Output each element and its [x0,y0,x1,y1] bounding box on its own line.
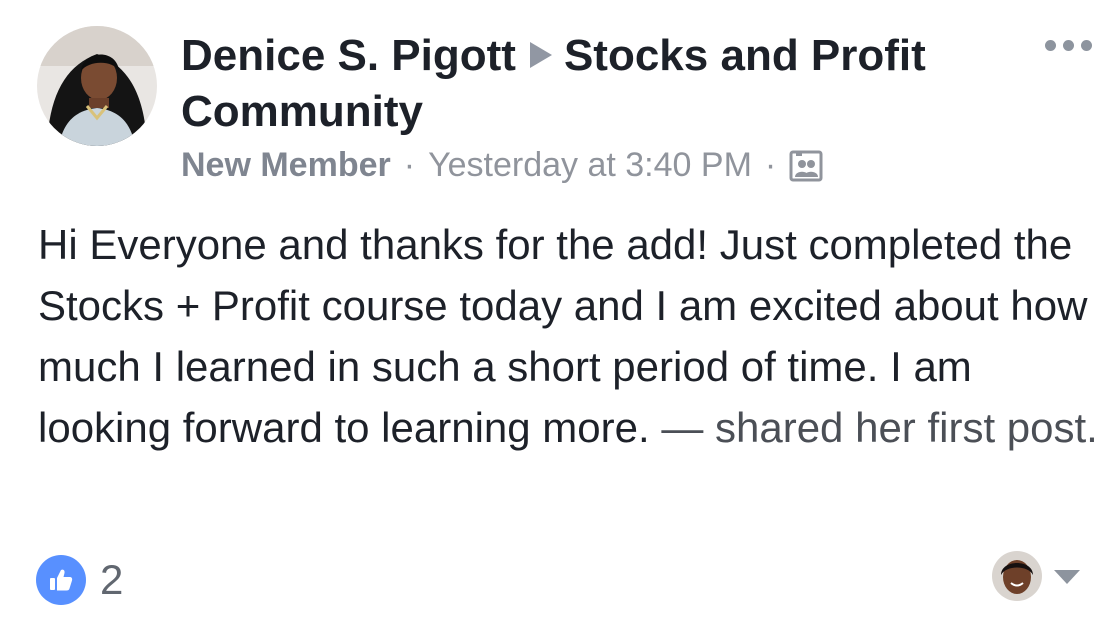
post-header: Denice S. Pigott Stocks and Profit Commun… [181,28,1011,140]
member-badge: New Member [181,146,391,184]
thumbs-up-icon [36,555,86,605]
post-body: Hi Everyone and thanks for the add! Just… [38,214,1098,458]
like-count: 2 [100,556,124,603]
more-dot [1081,40,1092,51]
facebook-group-post: Denice S. Pigott Stocks and Profit Commun… [0,0,1116,637]
viewer-avatar[interactable] [992,551,1042,601]
caret-down-icon[interactable] [1054,570,1080,584]
group-members-icon[interactable] [789,149,823,183]
more-dot [1063,40,1074,51]
reactions-summary[interactable]: 2 [36,555,123,605]
more-options-button[interactable] [1045,40,1092,51]
author-name-link[interactable]: Denice S. Pigott [181,31,516,80]
more-horizontal-icon [1045,40,1056,51]
play-arrow-icon [529,42,552,68]
post-activity-suffix: — shared her first post. [649,404,1098,451]
meta-separator: · [403,146,416,184]
author-avatar[interactable] [37,26,157,146]
post-timestamp[interactable]: Yesterday at 3:40 PM [428,146,752,185]
meta-separator: · [764,146,777,184]
post-meta: New Member · Yesterday at 3:40 PM · [181,146,823,185]
